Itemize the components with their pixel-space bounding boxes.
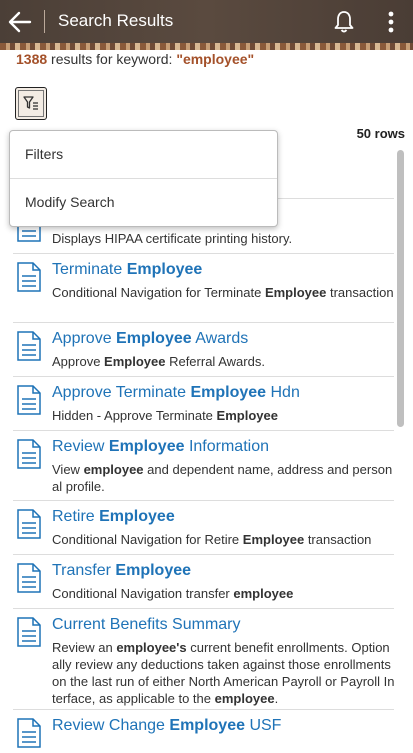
result-title-text: Information (184, 438, 269, 455)
result-description: Conditional Navigation for Terminate Emp… (52, 284, 395, 301)
result-title-keyword: Employee (108, 438, 185, 455)
result-title-keyword: Employee (126, 261, 203, 278)
result-title-text: USF (245, 717, 282, 734)
description-text: transaction (304, 532, 372, 547)
result-title-text: Hdn (266, 384, 300, 401)
notifications-bell-icon[interactable] (332, 9, 356, 35)
document-icon (17, 331, 41, 361)
menu-item-filters[interactable]: Filters (25, 146, 63, 162)
result-title-link[interactable]: Terminate Employee (52, 261, 202, 279)
document-icon (17, 563, 41, 593)
result-title-link[interactable]: Review Change Employee USF (52, 717, 281, 735)
result-description: View employee and dependent name, addres… (52, 461, 395, 495)
result-title-keyword: Employee (190, 384, 267, 401)
description-text: Approve (52, 354, 105, 369)
result-title-text: Review Change (52, 717, 170, 734)
description-keyword: Employee (104, 354, 166, 369)
result-title-text: Review (52, 438, 109, 455)
result-row[interactable]: Review Change Employee USF (0, 710, 395, 750)
result-row[interactable]: Terminate Employee Conditional Navigation… (0, 254, 395, 323)
description-keyword: Employee (216, 408, 278, 423)
menu-item-modify-search[interactable]: Modify Search (25, 194, 114, 210)
description-keyword: employee's (116, 640, 187, 655)
result-row[interactable]: Review Employee Information View employee… (0, 431, 395, 501)
result-title-link[interactable]: Approve Terminate Employee Hdn (52, 384, 300, 402)
result-title-link[interactable]: Current Benefits Summary (52, 616, 241, 634)
decorative-banner (0, 43, 413, 50)
description-keyword: Employee (264, 285, 327, 300)
header-divider (44, 10, 45, 33)
menu-divider (10, 178, 277, 179)
document-icon (17, 385, 41, 415)
rows-count: 50 rows (356, 126, 405, 141)
description-text: . (274, 691, 279, 706)
result-row[interactable]: Retire Employee Conditional Navigation fo… (0, 501, 395, 555)
filter-popup-menu: Filters Modify Search (9, 130, 278, 227)
document-icon (17, 262, 41, 292)
result-description: Review an employee's current benefit enr… (52, 639, 395, 707)
result-title-text: Awards (191, 330, 249, 347)
result-row[interactable]: Approve Employee Awards Approve Employee … (0, 323, 395, 377)
page-title: Search Results (58, 11, 174, 30)
results-summary: 1388 results for keyword: "employee" (16, 51, 254, 67)
description-text: View (52, 462, 84, 477)
result-title-keyword: Employee (116, 330, 192, 347)
document-icon (17, 617, 41, 647)
result-description: Conditional Navigation for Retire Employ… (52, 531, 395, 548)
description-text: Referral Awards. (165, 354, 265, 369)
description-keyword: employee (233, 586, 294, 601)
description-keyword: employee (83, 462, 144, 477)
result-title-keyword: Employee (115, 562, 192, 579)
result-row[interactable]: Current Benefits Summary Review an employ… (0, 609, 395, 710)
result-title-link[interactable]: Retire Employee (52, 508, 175, 526)
document-icon (17, 439, 41, 469)
result-title-link[interactable]: Review Employee Information (52, 438, 269, 456)
back-arrow-icon[interactable] (6, 8, 34, 36)
description-text: Conditional Navigation transfer (52, 586, 234, 601)
description-text: transaction (326, 285, 394, 300)
header-bar: Search Results (0, 0, 413, 43)
description-text: Hidden - Approve Terminate (52, 408, 217, 423)
result-description: Approve Employee Referral Awards. (52, 353, 395, 370)
description-keyword: employee (214, 691, 275, 706)
search-keyword: "employee" (176, 51, 255, 67)
document-icon (17, 718, 41, 748)
result-description: Hidden - Approve Terminate Employee (52, 407, 395, 424)
result-title-text: Retire (52, 508, 100, 525)
result-title-text: Terminate (52, 261, 127, 278)
description-keyword: Employee (242, 532, 305, 547)
result-row[interactable]: Approve Terminate Employee Hdn Hidden - A… (0, 377, 395, 431)
result-row[interactable]: Transfer Employee Conditional Navigation … (0, 555, 395, 609)
results-count: 1388 (16, 51, 48, 67)
description-text: Review an (52, 640, 117, 655)
partial-row-description: Displays HIPAA certificate printing hist… (52, 231, 293, 246)
filter-button[interactable] (15, 87, 47, 120)
more-options-icon[interactable] (381, 9, 401, 35)
result-title-text: Approve Terminate (52, 384, 191, 401)
result-title-text: Approve (52, 330, 117, 347)
filter-icon (23, 96, 38, 110)
result-title-link[interactable]: Transfer Employee (52, 562, 191, 580)
description-text: Conditional Navigation for Terminate (52, 285, 265, 300)
result-title-text: Current Benefits Summary (52, 616, 241, 633)
result-description: Conditional Navigation transfer employee (52, 585, 395, 602)
description-text: Conditional Navigation for Retire (52, 532, 243, 547)
document-icon (17, 509, 41, 539)
result-title-link[interactable]: Approve Employee Awards (52, 330, 248, 348)
scrollbar[interactable] (397, 150, 404, 427)
result-title-keyword: Employee (99, 508, 175, 525)
result-title-text: Transfer (52, 562, 116, 579)
results-text: results for keyword: (47, 51, 177, 67)
result-title-keyword: Employee (169, 717, 245, 734)
